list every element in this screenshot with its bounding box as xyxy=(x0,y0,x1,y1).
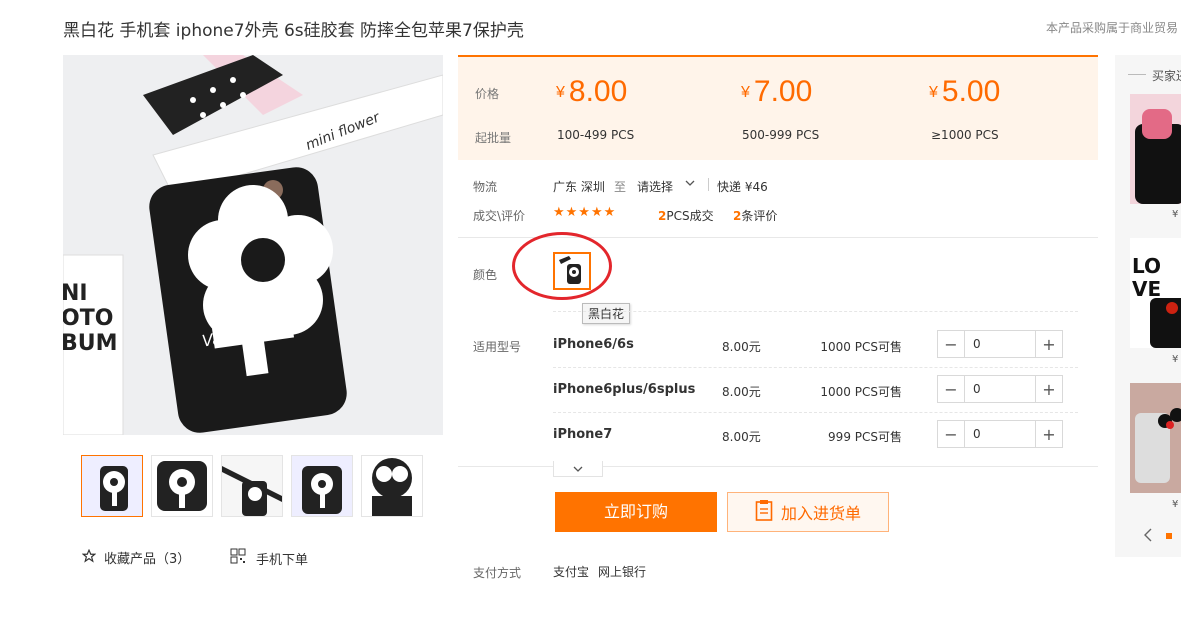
recommended-item-image[interactable] xyxy=(1130,94,1181,204)
svg-text:NI: NI xyxy=(63,281,88,306)
moq-label: 起批量 xyxy=(475,131,512,145)
highlight-circle xyxy=(512,232,612,300)
recommended-item-price: ¥ xyxy=(1172,354,1179,365)
model-name: iPhone6plus/6splus xyxy=(553,382,696,397)
quantity-input[interactable]: 0 xyxy=(964,376,1036,402)
models-label: 适用型号 xyxy=(473,340,522,354)
mobile-order-label: 手机下单 xyxy=(256,552,309,568)
recommended-item-price: ¥ xyxy=(1172,209,1179,220)
color-label: 颜色 xyxy=(473,268,498,282)
minus-icon[interactable]: − xyxy=(938,331,964,357)
sidebar-title: 买家还 xyxy=(1152,69,1181,83)
quantity-input[interactable]: 0 xyxy=(964,421,1036,447)
dashed-divider xyxy=(553,412,1078,413)
thumbnail-4[interactable] xyxy=(291,455,353,517)
tier-qty-1: 100-499 PCS xyxy=(557,128,635,142)
trade-notice: 本产品采购属于商业贸易 xyxy=(1046,21,1179,35)
model-stock: 999 PCS可售 xyxy=(828,430,902,444)
main-product-image[interactable]: mini flower NI OTO BUM Vallfré xyxy=(63,55,443,435)
quantity-stepper[interactable]: − 0 + xyxy=(937,375,1063,403)
shipping-fee: 快递 ¥46 xyxy=(717,180,768,194)
expand-models-button[interactable] xyxy=(553,461,603,477)
price-panel: 价格 起批量 ¥8.00 100-499 PCS ¥7.00 500-999 P… xyxy=(458,55,1098,160)
add-to-purchase-list-button[interactable]: 加入进货单 xyxy=(727,492,889,532)
add-to-purchase-list-label: 加入进货单 xyxy=(780,504,861,523)
clipboard-icon xyxy=(755,499,773,525)
payment-method: 支付宝 xyxy=(553,565,590,579)
tier-price-1: ¥8.00 xyxy=(556,75,628,108)
recommended-item-price: ¥ xyxy=(1172,499,1179,510)
thumbnail-1[interactable] xyxy=(81,455,143,517)
logistics-label: 物流 xyxy=(473,180,498,194)
qrcode-icon xyxy=(230,548,246,568)
plus-icon[interactable]: + xyxy=(1036,331,1062,357)
dashed-divider xyxy=(553,311,1078,312)
review-count[interactable]: 2条评价 xyxy=(733,207,777,224)
tier-price-3: ¥5.00 xyxy=(929,75,1001,108)
product-title: 黑白花 手机套 iphone7外壳 6s硅胶套 防摔全包苹果7保护壳 xyxy=(63,21,524,41)
thumbnail-3[interactable] xyxy=(221,455,283,517)
star-outline-icon xyxy=(81,548,97,567)
rating-stars: ★★★★★ xyxy=(553,205,617,220)
recommended-item-image[interactable] xyxy=(1130,383,1181,493)
svg-text:VE: VE xyxy=(1132,277,1161,301)
model-stock: 1000 PCS可售 xyxy=(820,385,902,399)
quantity-input[interactable]: 0 xyxy=(964,331,1036,357)
thumbnail-5[interactable] xyxy=(361,455,423,517)
mobile-order-button[interactable]: 手机下单 xyxy=(230,548,308,568)
tier-qty-2: 500-999 PCS xyxy=(742,128,820,142)
destination-select[interactable]: 请选择 xyxy=(637,178,673,195)
minus-icon[interactable]: − xyxy=(938,376,964,402)
deals-label: 成交\评价 xyxy=(473,209,526,223)
thumbnail-2[interactable] xyxy=(151,455,213,517)
payment-method: 网上银行 xyxy=(598,565,647,579)
divider xyxy=(1128,74,1146,75)
svg-text:LO: LO xyxy=(1132,254,1161,278)
chevron-left-icon[interactable] xyxy=(1143,528,1153,545)
divider xyxy=(708,178,709,191)
favorite-label: 收藏产品（3） xyxy=(104,552,191,567)
tier-qty-3: ≥1000 PCS xyxy=(931,128,999,142)
sold-count[interactable]: 2PCS成交 xyxy=(658,207,714,224)
chevron-down-icon[interactable] xyxy=(685,177,695,192)
svg-text:OTO: OTO xyxy=(63,306,113,331)
dashed-divider xyxy=(553,367,1078,368)
buy-now-button[interactable]: 立即订购 xyxy=(555,492,717,532)
favorite-button[interactable]: 收藏产品（3） xyxy=(81,548,191,567)
ship-to-word: 至 xyxy=(614,180,627,194)
quantity-stepper[interactable]: − 0 + xyxy=(937,330,1063,358)
payment-label: 支付方式 xyxy=(473,566,522,580)
svg-text:BUM: BUM xyxy=(63,331,118,356)
recommended-item-image[interactable]: LO VE xyxy=(1130,238,1181,348)
ship-from: 广东 深圳 xyxy=(553,180,605,194)
tier-price-2: ¥7.00 xyxy=(741,75,813,108)
model-name: iPhone6/6s xyxy=(553,337,634,352)
quantity-stepper[interactable]: − 0 + xyxy=(937,420,1063,448)
price-label: 价格 xyxy=(475,87,500,101)
model-name: iPhone7 xyxy=(553,427,613,442)
plus-icon[interactable]: + xyxy=(1036,421,1062,447)
minus-icon[interactable]: − xyxy=(938,421,964,447)
carousel-dot[interactable] xyxy=(1166,533,1172,539)
plus-icon[interactable]: + xyxy=(1036,376,1062,402)
model-stock: 1000 PCS可售 xyxy=(820,340,902,354)
chevron-down-icon xyxy=(572,462,584,476)
color-tooltip: 黑白花 xyxy=(582,303,631,324)
